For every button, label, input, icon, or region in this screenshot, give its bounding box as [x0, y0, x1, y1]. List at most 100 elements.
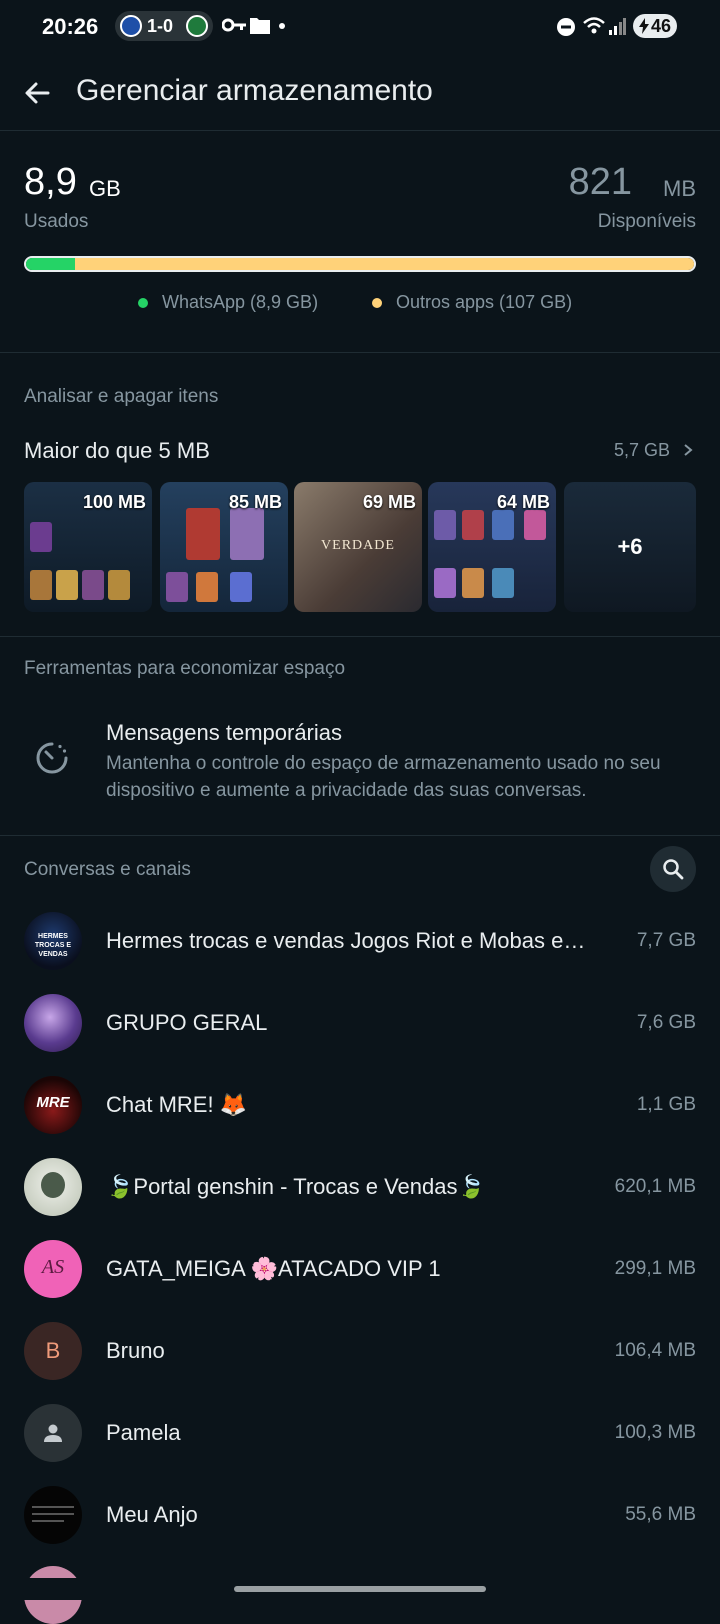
- media-thumbnail[interactable]: 100 MB: [24, 482, 152, 612]
- chat-row[interactable]: B Bruno 106,4 MB: [0, 1310, 720, 1392]
- chat-name: GRUPO GERAL: [106, 1010, 268, 1035]
- used-value: 8,9: [24, 161, 77, 203]
- thumbnail-art: [82, 570, 104, 600]
- whatsapp-legend-dot-icon: [138, 297, 148, 308]
- chat-row[interactable]: GRUPO GERAL 7,6 GB: [0, 982, 720, 1064]
- chat-name: 🍃Portal genshin - Trocas e Vendas🍃: [106, 1174, 485, 1199]
- chat-row[interactable]: Pamela 100,3 MB: [0, 1392, 720, 1474]
- score-text: 1-0: [147, 16, 174, 36]
- thumbnail-caption: VERDADE: [321, 538, 395, 553]
- battery-indicator: 46: [633, 14, 677, 38]
- legend-whatsapp: WhatsApp (8,9 GB): [138, 292, 318, 313]
- chat-name: Meu Anjo: [106, 1502, 198, 1527]
- avatar-text-line: [32, 1513, 74, 1515]
- large-files-row[interactable]: Maior do que 5 MB 5,7 GB: [0, 420, 720, 480]
- chat-avatar: AS: [24, 1240, 82, 1298]
- chat-name: Bruno: [106, 1338, 165, 1363]
- search-button[interactable]: [650, 846, 696, 892]
- thumbnail-art: [434, 510, 456, 540]
- chat-size: 106,4 MB: [614, 1340, 696, 1361]
- chat-avatar: HERMES TROCAS E VENDAS: [24, 912, 82, 970]
- whatsapp-usage-segment: [26, 258, 76, 270]
- battery-level: 46: [650, 16, 671, 36]
- thumbnail-art: [30, 570, 52, 600]
- thumbnail-art: [492, 510, 514, 540]
- free-label: Disponíveis: [597, 211, 696, 232]
- gesture-handle[interactable]: [234, 1586, 486, 1592]
- avatar-initial: B: [45, 1338, 61, 1363]
- thumbnail-art: [56, 570, 78, 600]
- chat-size: 7,6 GB: [636, 1012, 696, 1033]
- thumbnail-size: 69 MB: [362, 492, 416, 512]
- media-thumbnail[interactable]: 85 MB: [160, 482, 288, 612]
- chat-size: 299,1 MB: [614, 1258, 696, 1279]
- tools-section-heading: Ferramentas para economizar espaço: [24, 658, 346, 679]
- thumbnail-art: [492, 568, 514, 598]
- notification-dot-icon: [279, 23, 285, 29]
- thumbnail-art: [30, 522, 52, 552]
- avatar-logo-text: AS: [41, 1256, 65, 1278]
- chat-row[interactable]: Meu Anjo 55,6 MB: [0, 1474, 720, 1556]
- thumbnail-art: [186, 508, 220, 560]
- large-files-size: 5,7 GB: [613, 440, 670, 460]
- other-apps-legend-dot-icon: [372, 297, 382, 308]
- legend-other-apps-label: Outros apps (107 GB): [396, 292, 573, 312]
- chat-name: Chat MRE! 🦊: [106, 1092, 248, 1117]
- free-value: 821: [568, 161, 632, 203]
- thumbnail-size: 100 MB: [82, 492, 146, 512]
- large-files-thumbnails: 100 MB 85 MB VERDADE 69 MB 64 MB +6: [24, 482, 696, 612]
- tool-description: Mantenha o controle do espaço de armazen…: [106, 753, 661, 801]
- free-unit: MB: [663, 176, 696, 201]
- used-label: Usados: [24, 211, 89, 232]
- legend-whatsapp-label: WhatsApp (8,9 GB): [162, 292, 319, 312]
- media-thumbnail-more[interactable]: +6: [564, 482, 696, 612]
- avatar-logo-text: HERMES TROCAS E VENDAS: [34, 933, 72, 958]
- media-thumbnail[interactable]: VERDADE 69 MB: [294, 482, 422, 612]
- avatar-logo-text: MRE: [36, 1094, 70, 1111]
- thumbnail-art: [196, 572, 218, 602]
- thumbnail-art: [230, 572, 252, 602]
- status-bar: 20:26 1-0 46: [0, 0, 720, 56]
- media-thumbnail[interactable]: 64 MB: [428, 482, 556, 612]
- chevron-right-icon: [684, 444, 693, 456]
- thumbnail-art: [524, 510, 546, 540]
- thumbnail-size: 85 MB: [228, 492, 282, 512]
- chat-row[interactable]: 🍃Portal genshin - Trocas e Vendas🍃 620,1…: [0, 1146, 720, 1228]
- thumbnail-art: [434, 568, 456, 598]
- live-score-chip: 1-0: [115, 11, 213, 41]
- chat-size: 100,3 MB: [614, 1422, 696, 1443]
- section-divider: [0, 636, 720, 637]
- chat-size: 1,1 GB: [636, 1094, 696, 1115]
- page-title: Gerenciar armazenamento: [76, 74, 433, 107]
- chat-row[interactable]: AS GATA_MEIGA 🌸ATACADO VIP 1 299,1 MB: [0, 1228, 720, 1310]
- team-crest-icon: [120, 15, 142, 37]
- chat-avatar: [24, 994, 82, 1052]
- thumbnail-art: [166, 572, 188, 602]
- tool-title: Mensagens temporárias: [106, 720, 343, 745]
- more-count: +6: [617, 534, 643, 559]
- thumbnail-art: [230, 508, 264, 560]
- search-icon: [663, 859, 684, 880]
- storage-summary: 8,9 GB Usados 821 MB Disponíveis WhatsAp…: [0, 131, 720, 353]
- chat-avatar: [24, 1404, 82, 1462]
- chat-name: Hermes trocas e vendas Jogos Riot e Moba…: [106, 928, 586, 953]
- chat-row[interactable]: HERMES TROCAS E VENDAS Hermes trocas e v…: [0, 900, 720, 982]
- avatar-text-line: [32, 1506, 74, 1508]
- thumbnail-art: [462, 568, 484, 598]
- section-divider: [0, 835, 720, 836]
- avatar-illustration: [41, 1172, 65, 1198]
- chat-size: 620,1 MB: [614, 1176, 696, 1197]
- storage-usage-bar: [24, 256, 696, 272]
- chat-avatar: B: [24, 1322, 82, 1380]
- chat-name: GATA_MEIGA 🌸ATACADO VIP 1: [106, 1256, 441, 1281]
- other-apps-usage-segment: [75, 258, 694, 270]
- disappearing-messages-item[interactable]: Mensagens temporárias Mantenha o control…: [0, 700, 720, 820]
- charging-bolt-icon: [639, 18, 649, 34]
- chat-name: Pamela: [106, 1420, 181, 1445]
- folder-icon: [250, 18, 270, 34]
- chat-avatar: [24, 1158, 82, 1216]
- chat-row[interactable]: MRE Chat MRE! 🦊 1,1 GB: [0, 1064, 720, 1146]
- wifi-icon: [583, 17, 605, 34]
- back-arrow-icon[interactable]: [22, 78, 52, 108]
- large-files-title: Maior do que 5 MB: [24, 438, 210, 463]
